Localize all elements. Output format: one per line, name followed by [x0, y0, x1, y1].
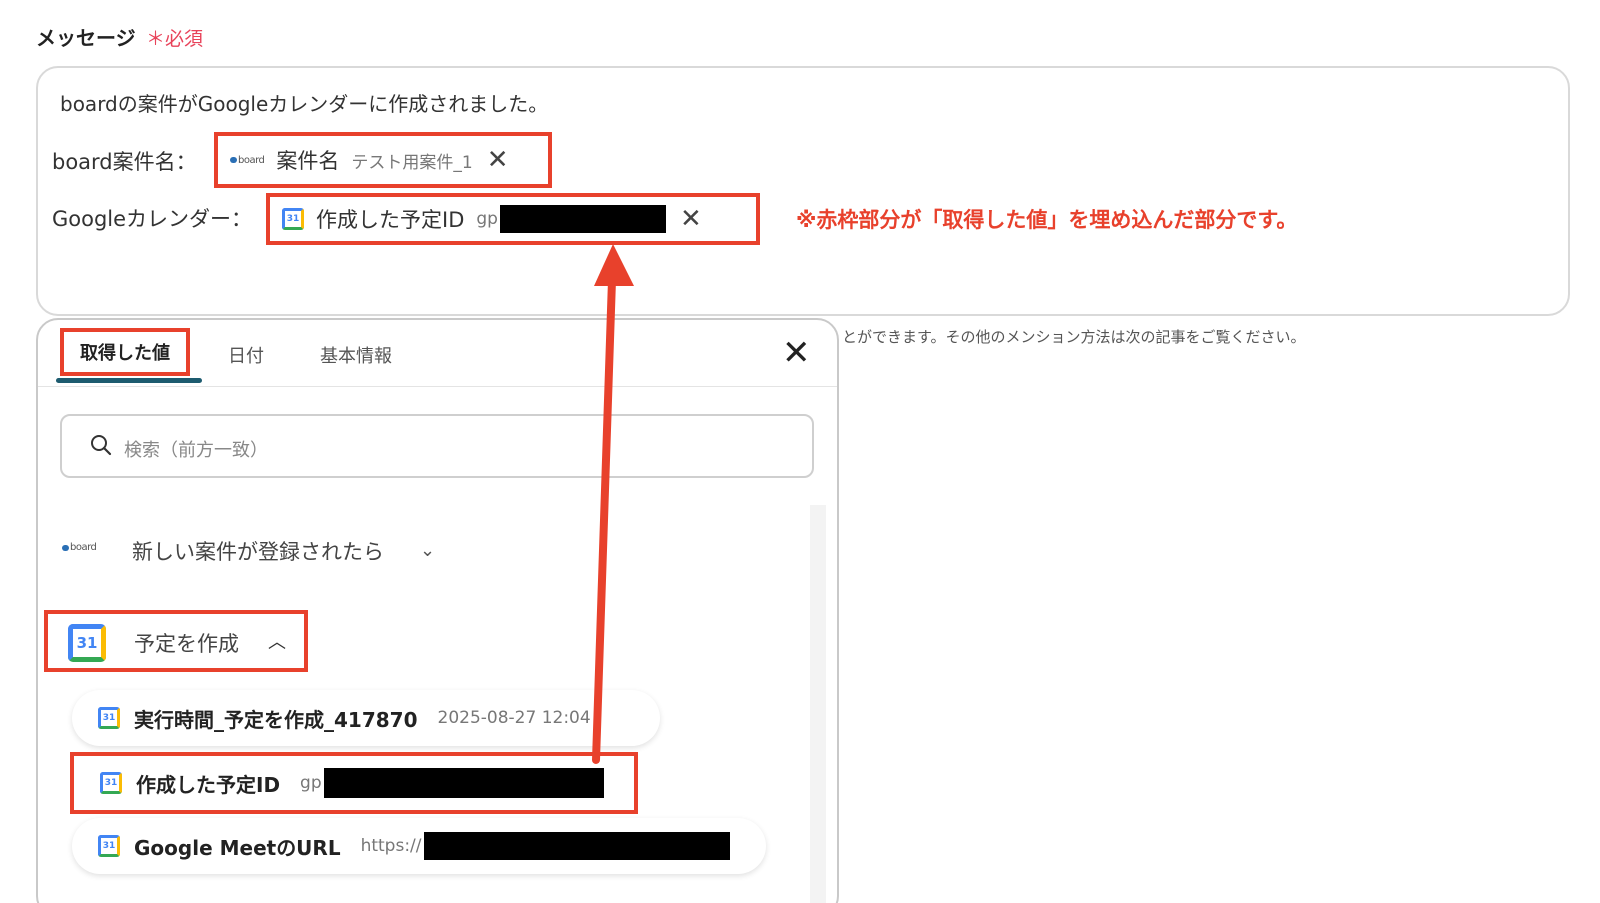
redacted-value — [323, 768, 604, 798]
item-value: gp — [300, 773, 322, 793]
annotation-note: ※赤枠部分が「取得した値」を埋め込んだ部分です。 — [796, 208, 1298, 232]
create-event-group[interactable]: 31 予定を作成 ︿ — [44, 610, 308, 672]
required-badge: ＊必須 — [146, 28, 204, 50]
trigger-group-label[interactable]: 新しい案件が登録されたら — [132, 536, 384, 566]
google-calendar-label: Googleカレンダー： — [52, 207, 253, 231]
scrollbar[interactable] — [810, 505, 826, 903]
google-calendar-icon: 31 — [282, 208, 304, 230]
tab-divider — [38, 386, 837, 387]
item-name: 実行時間_予定を作成_417870 — [134, 707, 418, 732]
board-logo-icon: board — [230, 155, 265, 166]
tab-acquired-values[interactable]: 取得した値 — [60, 328, 190, 376]
board-case-name-label: board案件名： — [52, 150, 197, 174]
google-calendar-icon: 31 — [98, 835, 120, 857]
token-value: テスト用案件_1 — [351, 152, 473, 173]
value-item[interactable]: 31 Google MeetのURL https:// — [72, 818, 766, 874]
redacted-value — [423, 832, 730, 860]
mention-hint: とができます。その他のメンション方法は次の記事をご覧ください。 — [842, 328, 1306, 346]
message-field-label: メッセージ — [36, 26, 136, 50]
board-logo-icon: board — [62, 542, 97, 553]
item-value: 2025-08-27 12:04 — [437, 708, 591, 728]
google-calendar-icon: 31 — [98, 707, 120, 729]
chevron-down-icon[interactable]: ⌄ — [420, 540, 435, 561]
item-value: https:// — [360, 836, 422, 856]
token-name: 作成した予定ID — [316, 208, 465, 232]
item-name: 作成した予定ID — [136, 772, 281, 797]
search-placeholder: 検索（前方一致） — [124, 440, 268, 461]
remove-token-icon[interactable]: ✕ — [487, 147, 509, 173]
item-name: Google MeetのURL — [134, 835, 341, 860]
message-line-1: boardの案件がGoogleカレンダーに作成されました。 — [60, 92, 549, 116]
remove-token-icon[interactable]: ✕ — [680, 206, 702, 232]
event-id-token[interactable]: 31 作成した予定ID gp ✕ — [266, 193, 760, 245]
close-icon[interactable]: ✕ — [782, 336, 811, 370]
group-label: 予定を作成 — [134, 632, 239, 656]
tab-date[interactable]: 日付 — [228, 342, 264, 368]
value-item[interactable]: 31 作成した予定ID gp — [70, 752, 638, 814]
active-tab-indicator — [56, 378, 202, 383]
token-name: 案件名 — [276, 149, 340, 173]
chevron-up-icon[interactable]: ︿ — [268, 628, 286, 654]
value-item[interactable]: 31 実行時間_予定を作成_417870 2025-08-27 12:04 — [72, 690, 660, 746]
tab-basic-info[interactable]: 基本情報 — [320, 342, 392, 368]
token-value: gp — [476, 209, 498, 229]
google-calendar-icon: 31 — [100, 772, 122, 794]
redacted-value — [499, 205, 666, 233]
search-icon — [91, 435, 112, 456]
google-calendar-icon: 31 — [68, 624, 106, 662]
case-name-token[interactable]: board 案件名 テスト用案件_1 ✕ — [214, 132, 552, 188]
